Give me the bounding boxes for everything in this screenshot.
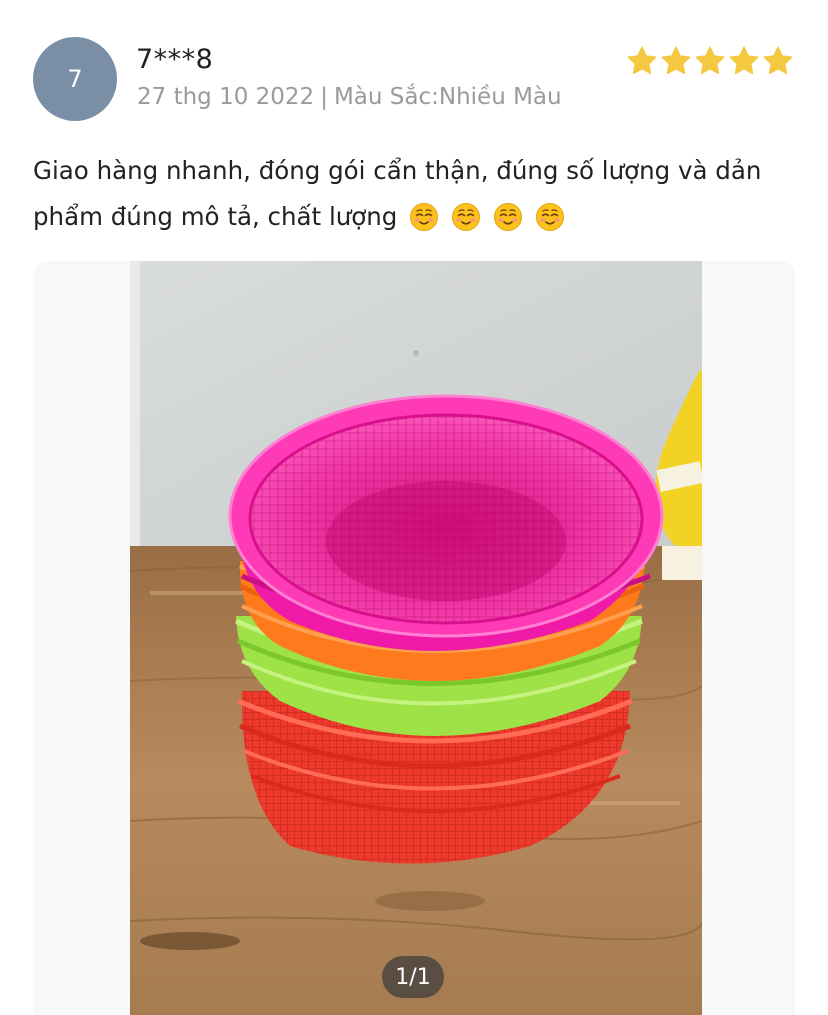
review-media-gallery[interactable]: 1/1: [34, 261, 795, 1015]
product-variant: Màu Sắc:Nhiều Màu: [333, 84, 562, 110]
avatar-initial: 7: [67, 65, 83, 93]
star-icon: [729, 46, 759, 75]
star-icon: [695, 46, 725, 75]
star-icon: [627, 46, 657, 75]
relieved-face-icon: [535, 203, 564, 231]
relieved-face-icon: [410, 203, 439, 231]
review-card: 7 7***8 27 thg 10 2022 | Màu Sắc:Nhiều Màu…: [0, 0, 828, 1015]
review-body: Giao hàng nhanh, đóng gói cẩn thận, đúng…: [33, 156, 762, 231]
review-meta: 27 thg 10 2022 | Màu Sắc:Nhiều Màu: [137, 84, 562, 110]
review-text: Giao hàng nhanh, đóng gói cẩn thận, đúng…: [33, 148, 803, 240]
reviewer-username: 7***8: [136, 44, 214, 75]
rating-stars: [626, 45, 794, 77]
relieved-face-icon: [493, 203, 522, 231]
image-counter: 1/1: [382, 956, 444, 998]
relieved-face-icon: [451, 203, 480, 231]
star-icon: [661, 46, 691, 75]
review-photo[interactable]: [130, 261, 702, 1015]
avatar[interactable]: 7: [33, 37, 117, 121]
star-icon: [763, 46, 793, 75]
review-date: 27 thg 10 2022: [137, 84, 315, 110]
emoji-row: [405, 202, 564, 231]
meta-separator: |: [320, 84, 328, 110]
